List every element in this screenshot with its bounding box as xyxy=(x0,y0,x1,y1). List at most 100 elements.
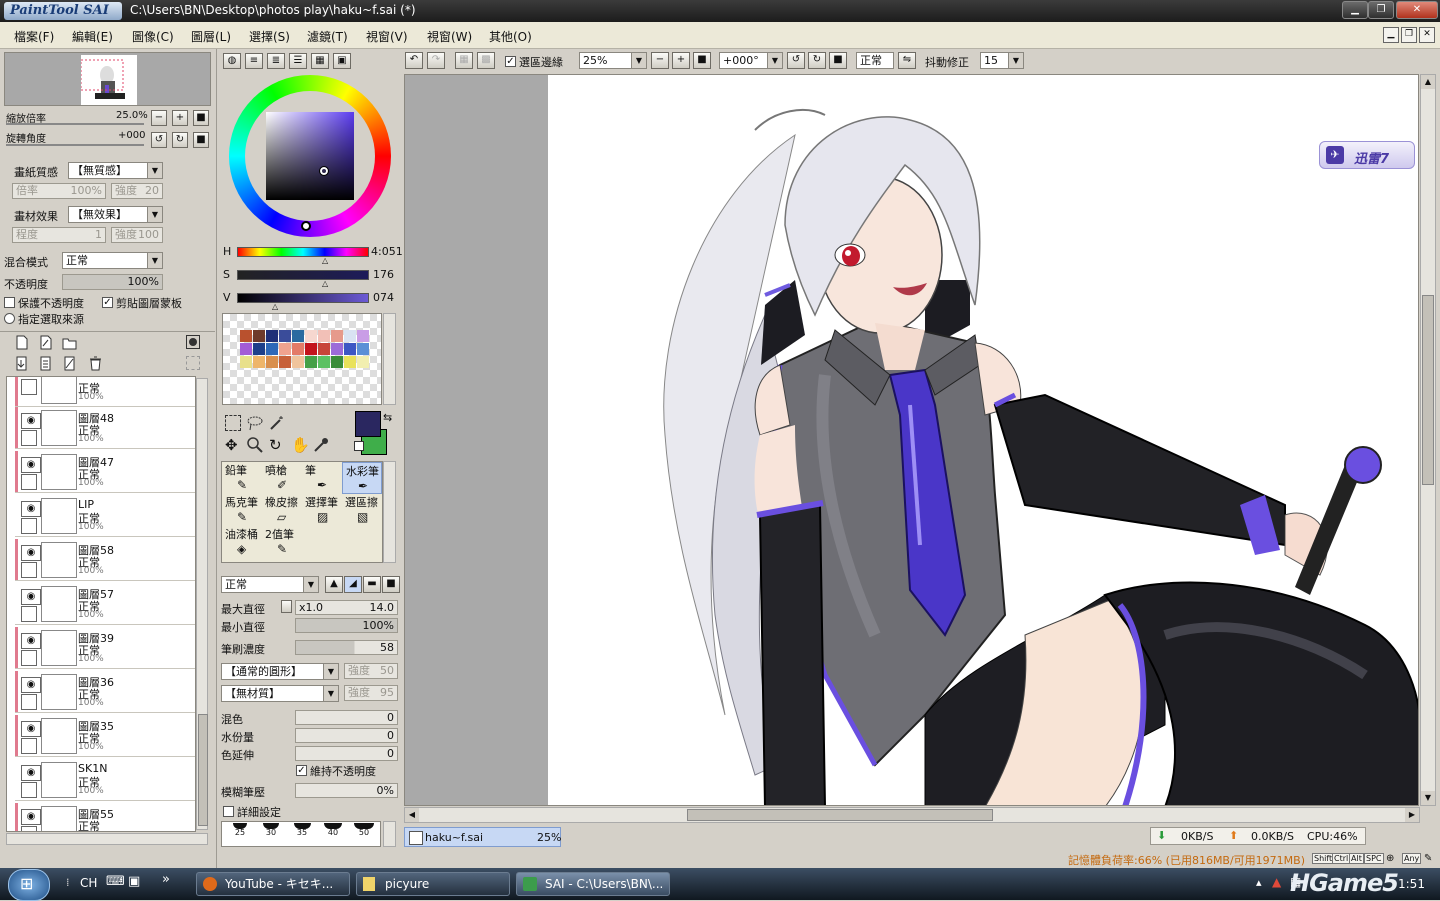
color-swatch[interactable] xyxy=(292,356,304,368)
color-swatch[interactable] xyxy=(253,330,265,342)
eye-icon[interactable]: ◉ xyxy=(21,413,41,429)
blend-slider[interactable]: 0 xyxy=(295,710,398,725)
eye-icon[interactable]: ◉ xyxy=(21,765,41,781)
rotate-reset-button[interactable]: ■ xyxy=(193,132,209,148)
brush-shape-select[interactable]: 【通常的圓形】 ▼ xyxy=(221,663,339,680)
presets-scrollbar[interactable] xyxy=(383,821,396,847)
color-swatch[interactable] xyxy=(240,356,252,368)
detail-settings-checkbox[interactable] xyxy=(223,806,234,817)
tool-select-pen[interactable]: 選擇筆 ▨ xyxy=(302,494,342,526)
start-button[interactable]: ⊞ xyxy=(8,869,50,901)
menu-image[interactable]: 圖像(C) xyxy=(132,28,174,45)
texture-strength-field[interactable]: 強度 95 xyxy=(344,685,398,701)
color-swatch[interactable] xyxy=(357,330,369,342)
menu-edit[interactable]: 編輯(E) xyxy=(72,28,113,45)
move-icon[interactable]: ✥ xyxy=(225,437,241,453)
tray-app-icon[interactable]: ▲ xyxy=(1272,875,1281,889)
desktop-icon[interactable]: ▣ xyxy=(128,874,140,889)
color-swatch[interactable] xyxy=(357,343,369,355)
layer-row[interactable]: ◉ 圖層35 正常 100% xyxy=(15,715,195,757)
layer-row[interactable]: 正常 100% xyxy=(15,377,195,407)
stabilizer-select[interactable]: 15 ▼ xyxy=(980,52,1024,69)
eye-icon[interactable]: ◉ xyxy=(21,501,41,517)
brush-texture-select[interactable]: 【無材質】 ▼ xyxy=(221,685,339,702)
color-wheel[interactable] xyxy=(229,75,391,237)
lock-toggle[interactable] xyxy=(21,474,37,490)
value-slider[interactable] xyxy=(237,293,369,303)
water-slider[interactable]: 0 xyxy=(295,728,398,743)
swatch-scrollbar[interactable] xyxy=(383,313,396,405)
effect-strength-field[interactable]: 強度 100 xyxy=(111,227,163,243)
shape-strength-field[interactable]: 強度 50 xyxy=(344,663,398,679)
color-swatch[interactable] xyxy=(318,343,330,355)
tool-eraser[interactable]: 橡皮擦 ▱ xyxy=(262,494,302,526)
layer-row[interactable]: ◉ 圖層55 正常 xyxy=(15,803,195,831)
menu-window[interactable]: 視窗(W) xyxy=(427,28,472,45)
deselect-icon[interactable]: ▦ xyxy=(455,52,473,69)
color-swatch[interactable] xyxy=(266,330,278,342)
scroll-thumb[interactable] xyxy=(198,714,208,826)
selection-edge-checkbox[interactable]: ✓ xyxy=(505,56,516,67)
color-swatch[interactable] xyxy=(279,343,291,355)
eye-icon[interactable]: ◉ xyxy=(21,677,41,693)
color-swatch[interactable] xyxy=(305,343,317,355)
color-swatch[interactable] xyxy=(253,343,265,355)
sv-square[interactable] xyxy=(266,112,354,200)
canvas-vscrollbar[interactable]: ▲ ▼ xyxy=(1420,74,1436,806)
layer-row[interactable]: ◉ 圖層57 正常 100% xyxy=(15,583,195,625)
tool-pencil[interactable]: 鉛筆 ✎ xyxy=(222,462,262,494)
color-swatch[interactable] xyxy=(331,343,343,355)
scratchpad-mode-icon[interactable]: ▣ xyxy=(333,53,351,69)
layer-list-hscrollbar[interactable] xyxy=(6,833,208,845)
canvas-zoom-select[interactable]: 25% ▼ xyxy=(579,52,647,69)
close-button[interactable]: ✕ xyxy=(1396,1,1438,19)
new-linework-layer-icon[interactable] xyxy=(38,335,53,350)
mdi-minimize-button[interactable]: ▁ xyxy=(1383,27,1399,43)
canvas-zoom-reset-button[interactable]: ■ xyxy=(693,52,711,69)
brush-shape-1-icon[interactable]: ▲ xyxy=(325,576,343,593)
brush-shape-3-icon[interactable]: ▬ xyxy=(363,576,381,593)
color-swatch[interactable] xyxy=(318,356,330,368)
swatch-mode-icon[interactable]: ▦ xyxy=(311,53,329,69)
density-slider[interactable]: 58 xyxy=(295,640,398,655)
effect-degree-field[interactable]: 程度 1 xyxy=(12,227,106,243)
color-swatch[interactable] xyxy=(318,330,330,342)
lock-toggle[interactable] xyxy=(21,518,37,534)
lock-toggle[interactable] xyxy=(21,562,37,578)
trash-icon[interactable] xyxy=(88,356,103,371)
zoom-out-button[interactable]: − xyxy=(151,110,167,126)
scroll-thumb[interactable] xyxy=(687,809,993,821)
paper-strength-field[interactable]: 強度 20 xyxy=(111,183,163,199)
eyedropper-icon[interactable] xyxy=(313,437,329,453)
tool-marker[interactable]: 馬克筆 ✎ xyxy=(222,494,262,526)
rotate-right-button[interactable]: ↻ xyxy=(172,132,188,148)
zoom-in-button[interactable]: + xyxy=(172,110,188,126)
invert-selection-icon[interactable]: ▩ xyxy=(477,52,495,69)
transfer-down-icon[interactable] xyxy=(14,356,29,371)
hsv-slider-mode-icon[interactable]: ≣ xyxy=(267,53,285,69)
layer-row[interactable]: ◉ 圖層48 正常 100% xyxy=(15,407,195,449)
blur-pressure-slider[interactable]: 0% xyxy=(295,783,398,798)
canvas-view[interactable]: ✈ 迅雷7 xyxy=(404,74,1419,806)
hue-slider[interactable] xyxy=(237,247,369,257)
canvas-rotation-select[interactable]: +000° ▼ xyxy=(719,52,783,69)
mdi-close-button[interactable]: ✕ xyxy=(1419,27,1435,43)
color-mixer-mode-icon[interactable]: ☰ xyxy=(289,53,307,69)
zoom-slider[interactable] xyxy=(6,123,144,125)
brush-mode-select[interactable]: 正常 ▼ xyxy=(221,576,319,593)
color-swatch[interactable] xyxy=(344,330,356,342)
tool-watercolor[interactable]: 水彩筆 ✒ xyxy=(342,462,382,494)
paper-scale-field[interactable]: 倍率 100% xyxy=(12,183,106,199)
tool-airbrush[interactable]: 噴槍 ✐ xyxy=(262,462,302,494)
color-swatch[interactable] xyxy=(240,330,252,342)
eye-icon[interactable]: ◉ xyxy=(21,589,41,605)
preset-35[interactable]: 35 xyxy=(290,823,314,837)
lock-toggle[interactable] xyxy=(21,650,37,666)
protect-opacity-checkbox[interactable] xyxy=(4,297,15,308)
paper-texture-select[interactable]: 【無質感】 ▼ xyxy=(68,162,163,179)
preset-50[interactable]: 50 xyxy=(352,823,376,837)
scroll-right-icon[interactable]: ▶ xyxy=(1405,808,1419,822)
tool-select-eraser[interactable]: 選區擦 ▧ xyxy=(342,494,382,526)
new-layer-icon[interactable] xyxy=(14,335,29,350)
rotate-left-button[interactable]: ↺ xyxy=(151,132,167,148)
